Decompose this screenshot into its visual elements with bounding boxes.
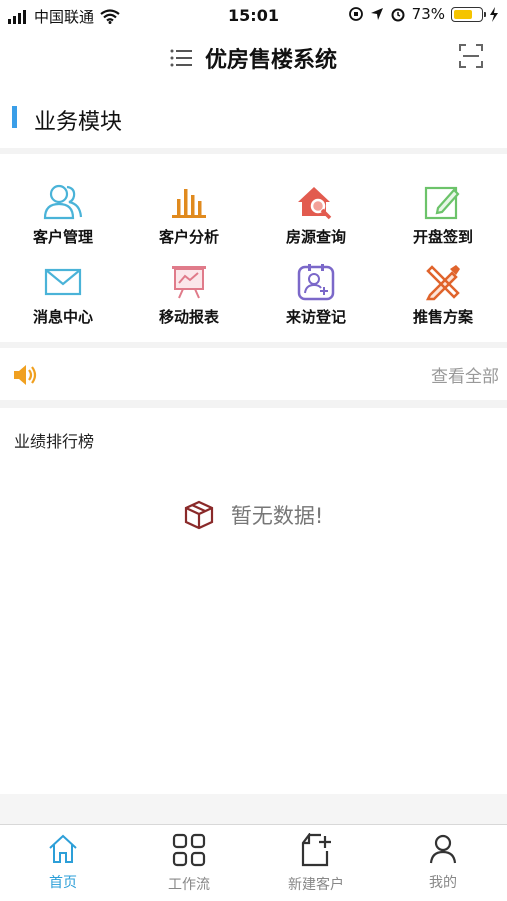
- user-icon: [429, 834, 457, 864]
- divider: [0, 794, 507, 824]
- section-title: 业务模块: [34, 110, 123, 135]
- scan-icon[interactable]: [459, 44, 483, 68]
- mail-icon: [44, 268, 82, 296]
- tab-new-customer[interactable]: 新建客户: [253, 831, 379, 894]
- section-accent-bar: [12, 106, 17, 128]
- module-sales-plan[interactable]: 推售方案: [380, 262, 506, 327]
- charging-icon: [490, 6, 498, 22]
- report-board-icon: [172, 266, 206, 299]
- battery-icon: [451, 6, 486, 22]
- module-message-center[interactable]: 消息中心: [0, 262, 126, 327]
- module-opening-checkin[interactable]: 开盘签到: [380, 182, 506, 247]
- module-label: 来访登记: [285, 308, 346, 326]
- module-label: 客户分析: [158, 228, 219, 246]
- tab-home[interactable]: 首页: [0, 833, 126, 892]
- tab-mine[interactable]: 我的: [380, 833, 506, 892]
- section-header: 业务模块: [0, 90, 507, 148]
- bar-chart-icon: [172, 189, 206, 218]
- module-property-search[interactable]: 房源查询: [253, 182, 379, 247]
- module-label: 消息中心: [32, 308, 93, 326]
- customers-icon: [43, 184, 83, 220]
- tab-workflow[interactable]: 工作流: [126, 833, 252, 894]
- empty-state: 暂无数据!: [0, 500, 507, 530]
- module-label: 推售方案: [412, 308, 473, 326]
- module-customer-analysis[interactable]: 客户分析: [126, 182, 252, 247]
- tab-label: 新建客户: [288, 877, 344, 893]
- location-icon: [370, 8, 383, 20]
- module-grid: 客户管理 客户分析 房源查询 开盘签到 消息中心 移动报表 来访登记 推售方案: [0, 154, 507, 342]
- speaker-icon: [14, 365, 37, 385]
- visitor-register-icon: [297, 264, 335, 301]
- view-all-link[interactable]: 查看全部: [431, 362, 499, 387]
- home-icon: [49, 834, 77, 863]
- module-label: 移动报表: [158, 308, 219, 326]
- module-label: 房源查询: [285, 228, 346, 246]
- new-document-icon: [301, 831, 331, 867]
- module-label: 客户管理: [32, 228, 93, 246]
- package-box-icon: [184, 500, 213, 530]
- tab-bar: 首页 工作流 新建客户 我的: [0, 824, 507, 901]
- module-label: 开盘签到: [412, 228, 473, 246]
- menu-icon[interactable]: [170, 49, 192, 67]
- orientation-lock-icon: [348, 7, 363, 21]
- empty-text: 暂无数据!: [230, 504, 324, 528]
- alarm-icon: [391, 8, 405, 22]
- divider: [0, 400, 507, 408]
- nav-bar: 优房售楼系统: [0, 30, 507, 86]
- module-visitor-register[interactable]: 来访登记: [253, 262, 379, 327]
- grid-icon: [172, 833, 206, 867]
- page-title: 优房售楼系统: [205, 48, 338, 73]
- house-search-icon: [298, 187, 332, 220]
- battery-percent: 73%: [411, 5, 445, 23]
- edit-checkin-icon: [424, 186, 460, 220]
- nav-title-wrap: 优房售楼系统: [0, 42, 507, 74]
- status-right: 73%: [348, 5, 499, 23]
- tools-icon: [425, 265, 460, 301]
- tab-label: 首页: [49, 875, 77, 891]
- tab-label: 工作流: [168, 877, 210, 893]
- module-mobile-report[interactable]: 移动报表: [126, 262, 252, 327]
- ranking-panel: 业绩排行榜 暂无数据!: [0, 408, 507, 794]
- tab-label: 我的: [429, 875, 457, 891]
- notice-bar[interactable]: 查看全部: [0, 348, 507, 400]
- module-customer-management[interactable]: 客户管理: [0, 182, 126, 247]
- status-bar: 中国联通 15:01 73%: [0, 0, 507, 30]
- ranking-title: 业绩排行榜: [14, 432, 95, 451]
